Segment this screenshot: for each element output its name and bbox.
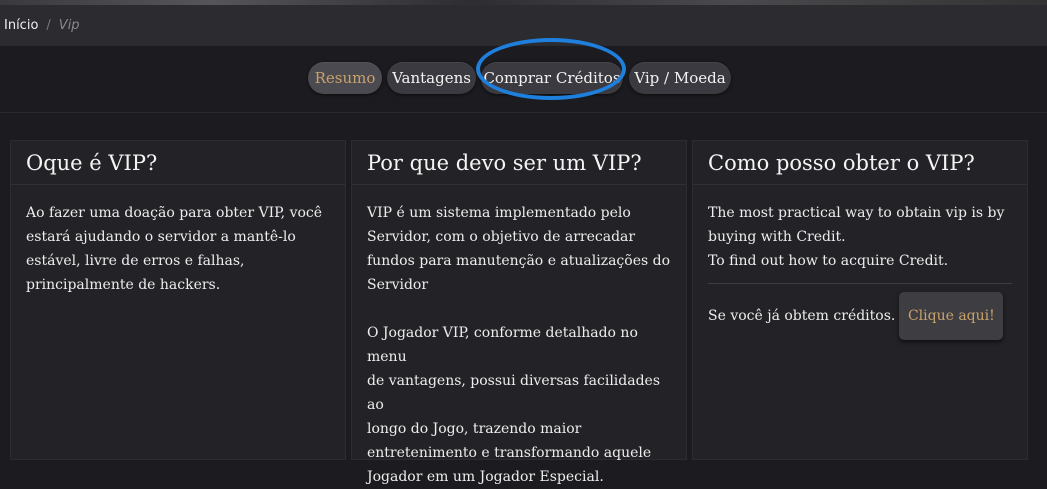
card-text-line: To find out how to acquire Credit. [708, 253, 949, 269]
card-title: Oque é VIP? [11, 141, 345, 185]
divider [708, 283, 1012, 284]
card-text-line: The most practical way to obtain vip is … [708, 205, 1005, 221]
card-text-line: estará ajudando o servidor a mantê-lo [26, 229, 296, 245]
card-text-line: principalmente de hackers. [26, 277, 221, 293]
card-text-line: buying with Credit. [708, 229, 846, 245]
credits-text: Se você já obtem créditos. [708, 308, 896, 324]
card-text-line: Ao fazer uma doação para obter VIP, você [26, 205, 323, 221]
card-body: Ao fazer uma doação para obter VIP, você… [11, 185, 345, 297]
tab-bar: Resumo Vantagens Comprar Créditos Vip / … [0, 62, 1047, 96]
tab-vip-moeda[interactable]: Vip / Moeda [629, 62, 731, 94]
card-text-line: VIP é um sistema implementado pelo [367, 205, 631, 221]
card-what-is-vip: Oque é VIP? Ao fazer uma doação para obt… [10, 140, 346, 460]
card-text-line: entretenimento e transformando aquele [367, 445, 652, 461]
breadcrumb: Início / Vip [0, 5, 1047, 45]
card-body: VIP é um sistema implementado pelo Servi… [352, 185, 686, 489]
card-text-line: Jogador em um Jogador Especial. [367, 469, 604, 485]
breadcrumb-home-link[interactable]: Início [4, 18, 38, 33]
card-how-to-get-vip: Como posso obter o VIP? The most practic… [692, 140, 1028, 460]
card-text-line: estável, livre de erros e falhas, [26, 253, 245, 269]
card-title: Como posso obter o VIP? [693, 141, 1027, 185]
card-text-line: de vantagens, possui diversas facilidade… [367, 373, 661, 413]
breadcrumb-separator: / [46, 17, 51, 33]
card-text-line: Servidor, com o objetivo de arrecadar [367, 229, 636, 245]
credits-row: Se você já obtem créditos. Clique aqui! [708, 292, 1012, 340]
click-here-button[interactable]: Clique aqui! [899, 292, 1004, 340]
tab-vantagens[interactable]: Vantagens [387, 62, 476, 94]
divider [0, 45, 1047, 46]
tab-resumo[interactable]: Resumo [308, 62, 382, 94]
card-text-line: longo do Jogo, trazendo maior [367, 421, 582, 437]
card-body: The most practical way to obtain vip is … [693, 185, 1027, 340]
card-text-line: Servidor [367, 277, 429, 293]
card-title: Por que devo ser um VIP? [352, 141, 686, 185]
divider [0, 112, 1047, 113]
card-why-be-vip: Por que devo ser um VIP? VIP é um sistem… [351, 140, 687, 485]
card-text-line: fundos para manutenção e atualizações do [367, 253, 671, 269]
breadcrumb-current: Vip [58, 17, 80, 33]
tab-comprar-creditos[interactable]: Comprar Créditos [481, 62, 623, 94]
card-text-line: O Jogador VIP, conforme detalhado no men… [367, 325, 638, 365]
